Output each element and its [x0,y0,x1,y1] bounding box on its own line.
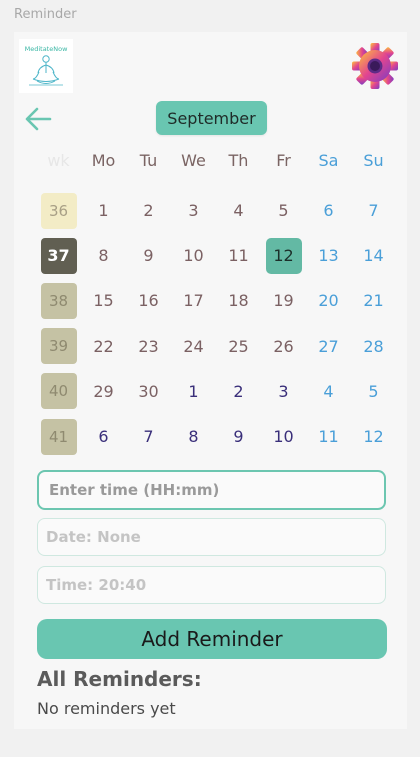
day-cell[interactable]: 30 [126,369,171,414]
day-cell[interactable]: 12 [351,414,396,459]
day-cell[interactable]: 22 [81,324,126,369]
weekday-th: Th [228,151,249,170]
day-cell[interactable]: 10 [171,233,216,278]
weekday-su: Su [363,151,384,170]
settings-gear-icon[interactable] [349,40,401,92]
day-cell[interactable]: 7 [351,188,396,233]
weekday-we: We [181,151,206,170]
time-input[interactable] [47,480,384,500]
weekday-sa: Sa [318,151,339,170]
day-cell[interactable]: 15 [81,278,126,323]
day-cell[interactable]: 10 [261,414,306,459]
date-display: Date: None [37,518,386,556]
day-cell[interactable]: 4 [306,369,351,414]
weekday-header: wk Mo Tu We Th Fr Sa Su [36,150,396,172]
day-cell[interactable]: 6 [306,188,351,233]
all-reminders-heading: All Reminders: [37,667,202,691]
day-cell[interactable]: 29 [81,369,126,414]
calendar-grid: 36 1 2 3 4 5 6 7 37 8 9 10 11 12 13 14 3… [36,188,396,459]
add-reminder-button[interactable]: Add Reminder [37,619,387,659]
day-cell[interactable]: 26 [261,324,306,369]
time-input-field[interactable] [37,470,386,510]
logo-text: MeditateNow [25,45,68,53]
day-cell[interactable]: 13 [306,233,351,278]
weekday-fr: Fr [276,151,291,170]
day-cell[interactable]: 2 [216,369,261,414]
day-cell[interactable]: 27 [306,324,351,369]
meditatenow-logo: MeditateNow [19,39,73,93]
week-number: 38 [40,282,77,319]
day-cell[interactable]: 16 [126,278,171,323]
week-number-header: wk [47,151,70,170]
day-cell[interactable]: 11 [306,414,351,459]
day-cell[interactable]: 3 [171,188,216,233]
day-cell[interactable]: 23 [126,324,171,369]
day-cell[interactable]: 19 [261,278,306,323]
day-cell[interactable]: 9 [126,233,171,278]
day-cell[interactable]: 14 [351,233,396,278]
day-cell[interactable]: 8 [171,414,216,459]
day-cell[interactable]: 1 [81,188,126,233]
day-cell[interactable]: 25 [216,324,261,369]
weekday-mo: Mo [91,151,116,170]
day-cell[interactable]: 9 [216,414,261,459]
reminder-panel: MeditateNow September wk Mo Tu We Th Fr … [14,32,407,729]
day-cell[interactable]: 3 [261,369,306,414]
day-cell[interactable]: 1 [171,369,216,414]
day-cell[interactable]: 7 [126,414,171,459]
week-number: 41 [40,418,77,455]
day-cell[interactable]: 24 [171,324,216,369]
day-cell[interactable]: 4 [216,188,261,233]
current-week-number: 37 [40,237,77,274]
week-number: 39 [40,328,77,365]
day-cell[interactable]: 6 [81,414,126,459]
week-number: 40 [40,373,77,410]
day-cell[interactable]: 18 [216,278,261,323]
day-cell[interactable]: 5 [351,369,396,414]
week-number: 36 [40,192,77,229]
day-cell[interactable]: 2 [126,188,171,233]
empty-reminders-text: No reminders yet [37,699,176,718]
time-display: Time: 20:40 [37,566,386,604]
day-cell[interactable]: 28 [351,324,396,369]
selected-day[interactable]: 12 [265,237,302,274]
weekday-tu: Tu [139,151,158,170]
month-button[interactable]: September [156,101,267,135]
day-cell[interactable]: 21 [351,278,396,323]
back-arrow-icon[interactable] [24,104,54,134]
window-title: Reminder [14,7,77,22]
day-cell[interactable]: 8 [81,233,126,278]
day-cell[interactable]: 20 [306,278,351,323]
day-cell[interactable]: 17 [171,278,216,323]
day-cell[interactable]: 11 [216,233,261,278]
day-cell[interactable]: 5 [261,188,306,233]
